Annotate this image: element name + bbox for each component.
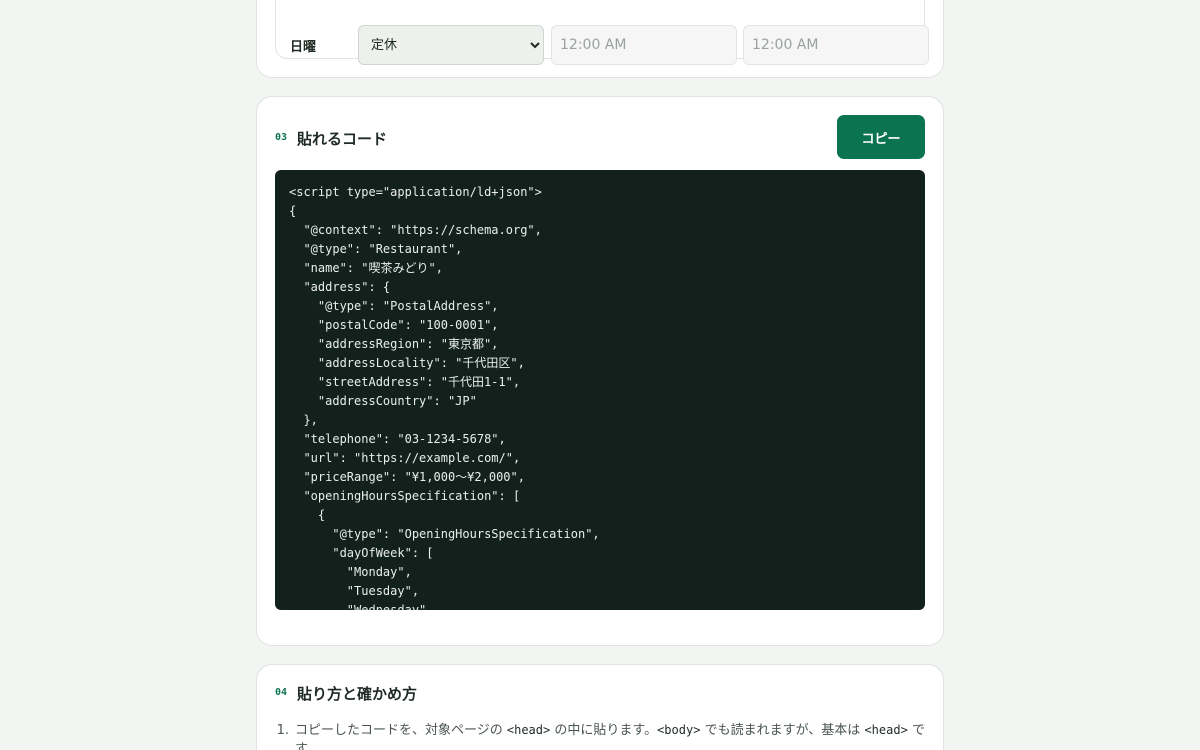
section-title: 貼れるコード [297, 130, 388, 148]
list-item: 1. コピーしたコードを、対象ページの <head> の中に貼ります。<body… [275, 721, 925, 750]
code-card: 03 貼れるコード コピー <script type="application/… [256, 96, 944, 646]
step-text-part: の中に貼ります。 [550, 723, 658, 738]
step-text: コピーしたコードを、対象ページの <head> の中に貼ります。<body> で… [295, 721, 925, 750]
step-text-part: でも読まれますが、基本は [700, 723, 865, 738]
section-number: 04 [275, 687, 288, 698]
inline-code: <head> [506, 723, 551, 737]
code-block[interactable]: <script type="application/ld+json"> { "@… [275, 170, 925, 610]
hours-card: 日曜 定休 [256, 0, 944, 78]
inline-code: <body> [657, 723, 701, 737]
step-text-part: コピーしたコードを、対象ページの [295, 723, 507, 738]
copy-button[interactable]: コピー [837, 115, 925, 159]
section-number: 03 [275, 132, 288, 143]
how-to-card: 04 貼り方と確かめ方 1. コピーしたコードを、対象ページの <head> の… [256, 664, 944, 750]
code-text: <script type="application/ld+json"> { "@… [289, 185, 600, 610]
inline-code: <head> [864, 723, 908, 737]
day-label-sunday: 日曜 [290, 40, 317, 55]
sunday-status-select[interactable]: 定休 [358, 25, 544, 65]
how-to-steps: 1. コピーしたコードを、対象ページの <head> の中に貼ります。<body… [275, 721, 925, 750]
sunday-open-time-input[interactable] [551, 25, 737, 65]
section-title: 貼り方と確かめ方 [297, 685, 418, 703]
sunday-close-time-input[interactable] [743, 25, 929, 65]
hours-row: 日曜 定休 [275, 0, 929, 65]
step-index: 1. [276, 723, 289, 738]
